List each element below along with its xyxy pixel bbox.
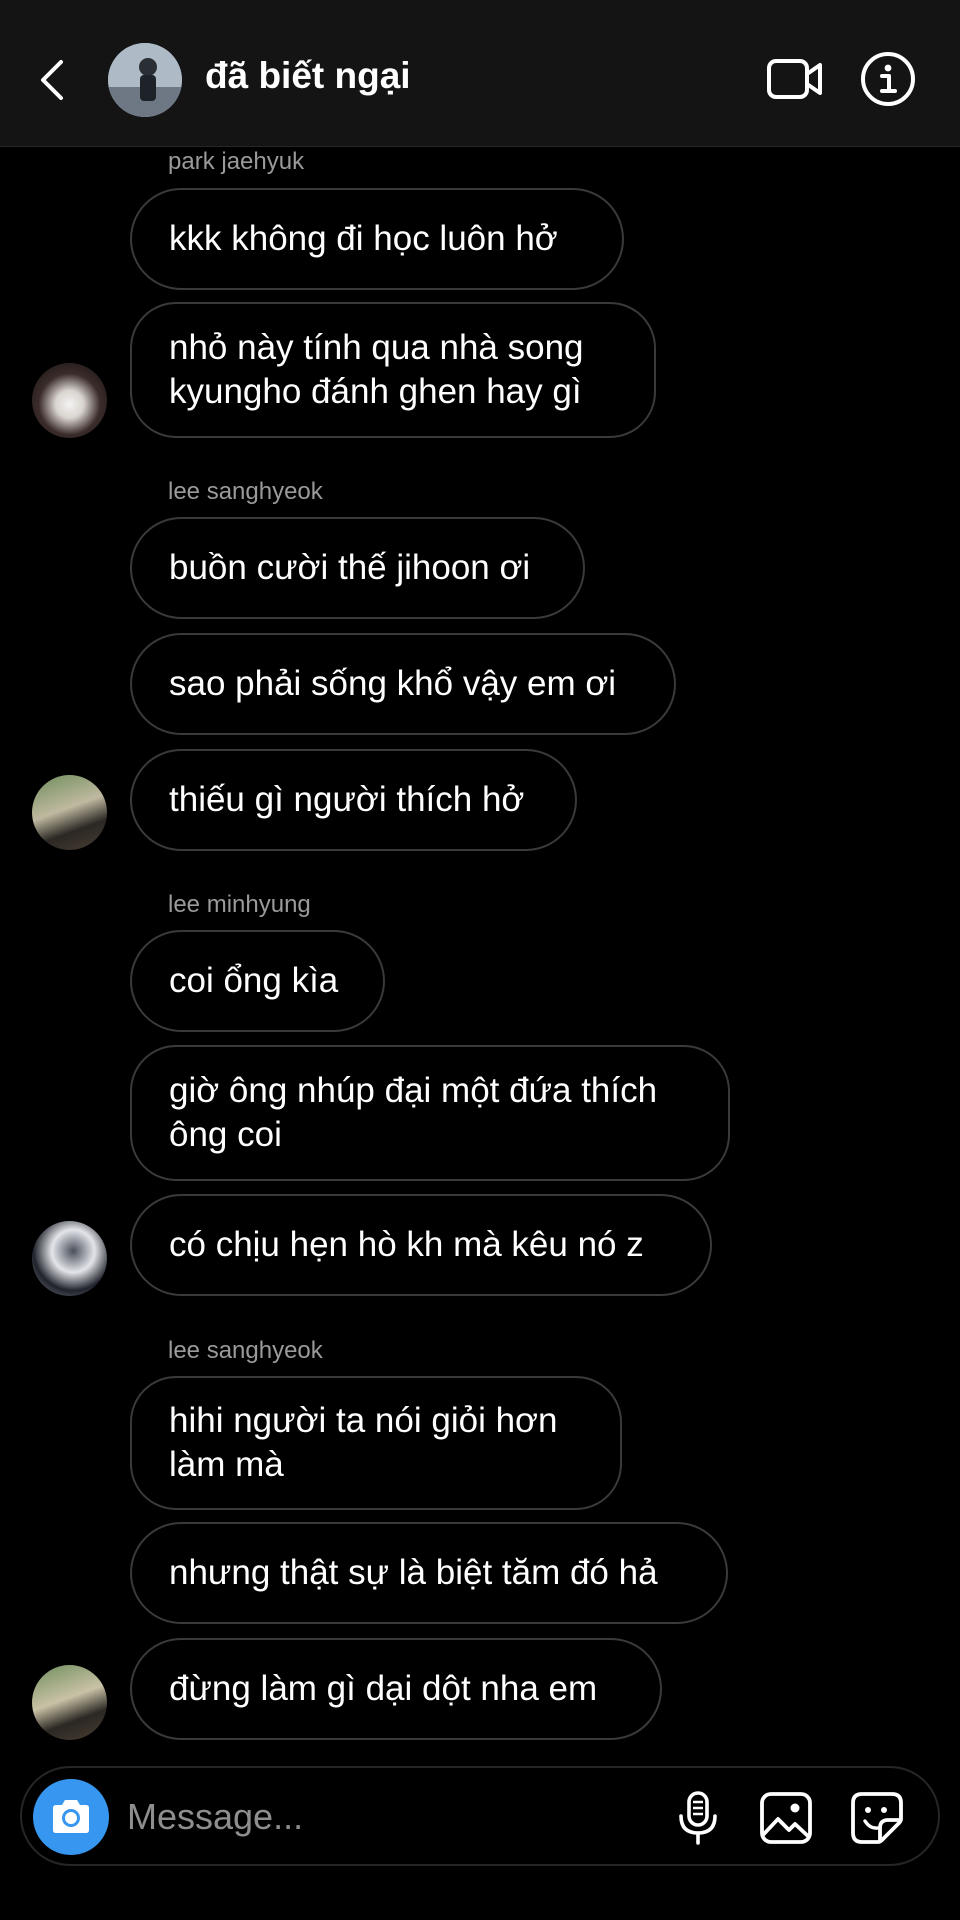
message-text: kkk không đi học luôn hở (169, 219, 558, 258)
sender-avatar[interactable] (32, 1221, 107, 1296)
group-avatar-image (108, 43, 182, 117)
chevron-left-icon (41, 60, 63, 100)
sticker-button[interactable] (848, 1790, 906, 1846)
chat-title[interactable]: đã biết ngại (205, 55, 411, 97)
video-call-button[interactable] (766, 53, 824, 105)
sender-avatar[interactable] (32, 363, 107, 438)
message-text: đừng làm gì dại dột nha em (169, 1669, 598, 1708)
message-input[interactable] (127, 1792, 647, 1842)
message-bubble[interactable]: sao phải sống khổ vậy em ơi (130, 633, 676, 735)
gallery-button[interactable] (757, 1790, 815, 1846)
message-text: hihi người ta nói giỏi hơn làm mà (169, 1401, 558, 1484)
voice-message-button[interactable] (672, 1790, 724, 1846)
microphone-icon (679, 1791, 717, 1845)
message-bubble[interactable]: buồn cười thế jihoon ơi (130, 517, 585, 619)
message-bubble[interactable]: coi ổng kìa (130, 930, 385, 1032)
chat-header: đã biết ngại (0, 0, 960, 147)
back-button[interactable] (30, 52, 74, 108)
sender-name: park jaehyuk (168, 148, 305, 175)
message-composer (20, 1766, 940, 1866)
message-text: thiếu gì người thích hở (169, 780, 525, 819)
message-bubble[interactable]: có chịu hẹn hò kh mà kêu nó z (130, 1194, 712, 1296)
camera-button[interactable] (33, 1779, 109, 1855)
sticker-icon (851, 1792, 903, 1844)
message-text: sao phải sống khổ vậy em ơi (169, 664, 617, 703)
message-bubble[interactable]: kkk không đi học luôn hở (130, 188, 624, 290)
message-bubble[interactable]: nhưng thật sự là biệt tăm đó hả (130, 1522, 728, 1624)
info-button[interactable] (860, 51, 916, 107)
message-bubble[interactable]: thiếu gì người thích hở (130, 749, 577, 851)
sender-name: lee sanghyeok (168, 1337, 323, 1364)
message-text: nhỏ này tính qua nhà song kyungho đánh g… (169, 328, 584, 411)
image-icon (760, 1792, 812, 1844)
message-bubble[interactable]: đừng làm gì dại dột nha em (130, 1638, 662, 1740)
message-text: giờ ông nhúp đại một đứa thích ông coi (169, 1071, 658, 1154)
sender-avatar[interactable] (32, 1665, 107, 1740)
info-icon (861, 52, 915, 106)
video-camera-icon (767, 59, 822, 99)
camera-icon (53, 1800, 89, 1833)
group-avatar[interactable] (108, 43, 182, 117)
message-text: buồn cười thế jihoon ơi (169, 548, 531, 587)
message-bubble[interactable]: hihi người ta nói giỏi hơn làm mà (130, 1376, 622, 1510)
message-text: nhưng thật sự là biệt tăm đó hả (169, 1553, 658, 1592)
sender-name: lee minhyung (168, 891, 311, 918)
message-text: coi ổng kìa (169, 961, 339, 1000)
sender-name: lee sanghyeok (168, 478, 323, 505)
message-bubble[interactable]: nhỏ này tính qua nhà song kyungho đánh g… (130, 302, 656, 438)
message-text: có chịu hẹn hò kh mà kêu nó z (169, 1225, 644, 1264)
message-bubble[interactable]: giờ ông nhúp đại một đứa thích ông coi (130, 1045, 730, 1181)
sender-avatar[interactable] (32, 775, 107, 850)
